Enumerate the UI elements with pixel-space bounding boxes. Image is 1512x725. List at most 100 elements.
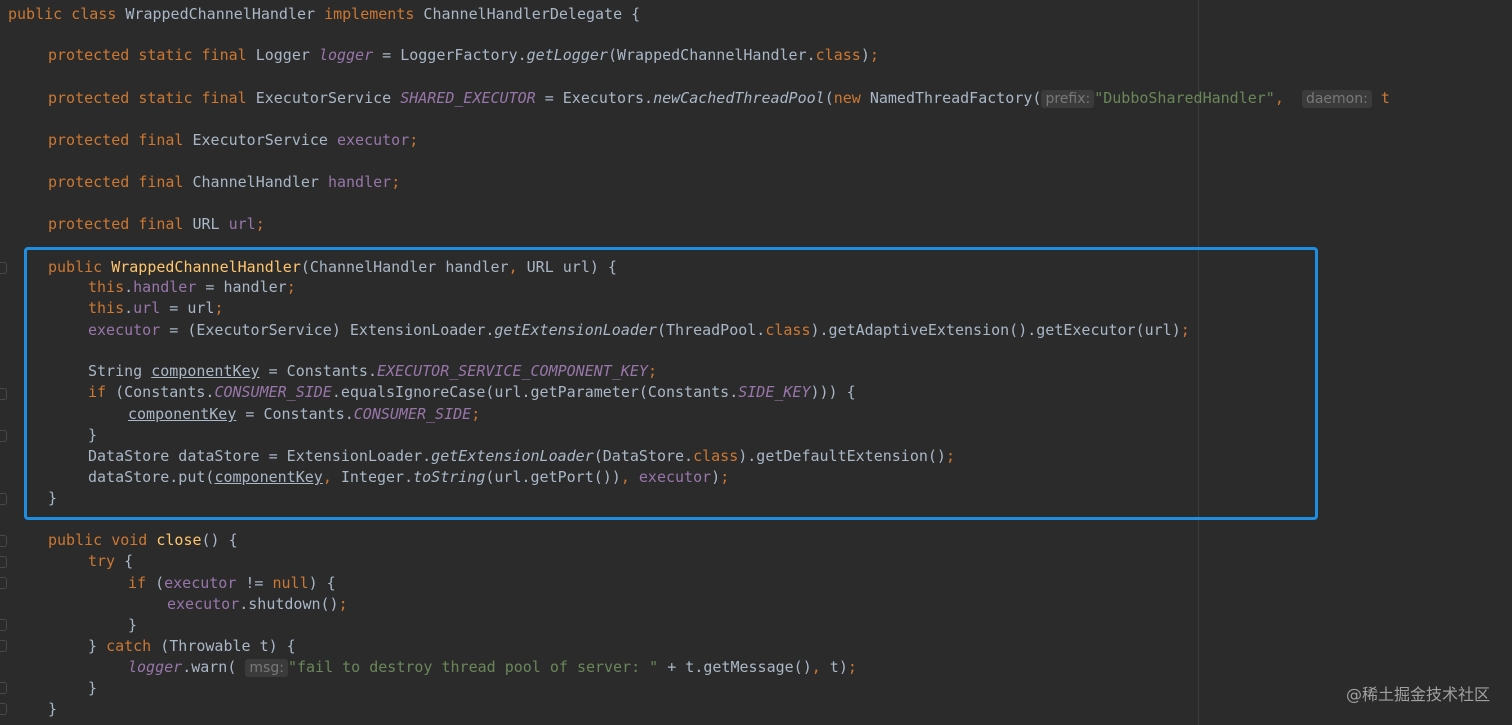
code-line-shared-executor-field[interactable]: protected static final ExecutorService S…	[48, 88, 1390, 108]
code-token: }	[88, 426, 98, 444]
code-line[interactable]: dataStore.put(componentKey, Integer.toSt…	[88, 467, 729, 487]
gutter-fold-icon[interactable]	[0, 682, 7, 694]
code-token: t)	[820, 658, 848, 676]
code-token: ;	[391, 173, 401, 191]
gutter-fold-icon[interactable]	[0, 556, 7, 568]
gutter-bookmark-icon[interactable]	[0, 262, 7, 274]
code-token: ;	[647, 362, 657, 380]
code-line[interactable]: if (executor != null) {	[128, 573, 336, 593]
code-token: class	[693, 447, 739, 465]
code-line-constructor-signature[interactable]: public WrappedChannelHandler(ChannelHand…	[48, 257, 617, 277]
code-token: ).getAdaptiveExtension().getExecutor(url…	[810, 321, 1181, 339]
code-line[interactable]: }	[48, 699, 57, 719]
watermark: @稀土掘金技术社区	[1345, 685, 1490, 704]
code-line[interactable]: logger.warn( msg: "fail to destroy thread…	[128, 657, 857, 677]
code-line[interactable]: String componentKey = Constants.EXECUTOR…	[88, 361, 657, 381]
code-token: implements	[324, 5, 415, 23]
code-token: = url	[160, 299, 215, 317]
gutter-fold-icon[interactable]	[0, 430, 7, 442]
code-token: public	[48, 531, 103, 549]
code-token: if	[88, 383, 107, 401]
code-token: ,	[811, 658, 821, 676]
gutter-fold-icon[interactable]	[0, 619, 7, 631]
code-line-logger-field[interactable]: protected static final Logger logger = L…	[48, 45, 879, 65]
code-line[interactable]: if (Constants.CONSUMER_SIDE.equalsIgnore…	[88, 382, 856, 402]
code-line[interactable]: }	[128, 615, 137, 635]
code-token: ;	[471, 405, 481, 423]
code-line-close-method-signature[interactable]: public void close() {	[48, 530, 238, 550]
code-token: NamedThreadFactory(	[860, 89, 1042, 107]
code-token: (ChannelHandler handler	[300, 258, 509, 276]
code-line[interactable]: }	[88, 678, 97, 698]
code-token: ) {	[308, 574, 336, 592]
code-token: final	[201, 46, 247, 64]
code-token: final	[138, 131, 184, 149]
code-token: ).getDefaultExtension()	[738, 447, 946, 465]
code-token: (url.getPort())	[485, 468, 621, 486]
code-token: componentKey	[214, 468, 323, 486]
gutter-fold-icon[interactable]	[0, 493, 7, 505]
parameter-hint: prefix:	[1041, 90, 1095, 108]
code-token: getLogger	[526, 46, 608, 64]
code-token: }	[128, 616, 138, 634]
code-token: WrappedChannelHandler	[116, 5, 325, 23]
code-line[interactable]: executor = (ExecutorService) ExtensionLo…	[88, 320, 1190, 340]
code-token: final	[201, 89, 247, 107]
code-token: ;	[338, 595, 348, 613]
code-line[interactable]: }	[48, 488, 57, 508]
code-token: )	[711, 468, 721, 486]
code-token: .shutdown()	[239, 595, 339, 613]
gutter-fold-icon[interactable]	[0, 640, 7, 652]
code-token: = (ExecutorService) ExtensionLoader.	[160, 321, 495, 339]
code-token: newCachedThreadPool	[653, 89, 825, 107]
code-token: ChannelHandler	[183, 173, 328, 191]
code-token: WrappedChannelHandler	[111, 258, 301, 276]
code-token: handler	[327, 173, 392, 191]
code-token: ,	[1274, 89, 1302, 107]
code-line[interactable]: } catch (Throwable t) {	[88, 636, 296, 656]
code-token: (	[824, 89, 834, 107]
code-token: protected	[48, 131, 130, 149]
code-line-url-field[interactable]: protected final URL url;	[48, 214, 265, 234]
gutter-bookmark-icon[interactable]	[0, 535, 7, 547]
code-token: (Throwable t) {	[151, 637, 296, 655]
code-line[interactable]: }	[88, 425, 97, 445]
code-token: }	[48, 489, 58, 507]
code-token: "DubboSharedHandler"	[1094, 89, 1275, 107]
code-line[interactable]: this.handler = handler;	[88, 277, 296, 297]
code-token: ;	[869, 46, 879, 64]
code-line-executor-field[interactable]: protected final ExecutorService executor…	[48, 130, 418, 150]
code-token: ChannelHandlerDelegate {	[414, 5, 641, 23]
code-token: DataStore dataStore = ExtensionLoader.	[88, 447, 432, 465]
code-line-handler-field[interactable]: protected final ChannelHandler handler;	[48, 172, 400, 192]
code-line[interactable]: this.url = url;	[88, 298, 223, 318]
code-line[interactable]: DataStore dataStore = ExtensionLoader.ge…	[88, 446, 955, 466]
code-token: final	[138, 215, 184, 233]
code-token: }	[88, 679, 98, 697]
code-token: ))) {	[810, 383, 856, 401]
gutter-fold-icon[interactable]	[0, 703, 7, 715]
code-token: executor	[337, 131, 410, 149]
code-token: this	[88, 278, 125, 296]
code-token: class	[71, 5, 117, 23]
code-token: public	[8, 5, 63, 23]
code-token: .	[124, 299, 134, 317]
code-line[interactable]: executor.shutdown();	[167, 594, 348, 614]
code-token: = LoggerFactory.	[373, 46, 527, 64]
code-token: url	[228, 215, 256, 233]
code-line[interactable]: componentKey = Constants.CONSUMER_SIDE;	[128, 404, 480, 424]
code-token: URL url) {	[517, 258, 617, 276]
gutter-fold-icon[interactable]	[0, 577, 7, 589]
code-token: handler	[133, 278, 197, 296]
code-line-class-declaration[interactable]: public class WrappedChannelHandler imple…	[8, 4, 640, 24]
code-token: class	[765, 321, 811, 339]
code-editor[interactable]: public class WrappedChannelHandler imple…	[0, 0, 1512, 725]
gutter-fold-icon[interactable]	[0, 388, 7, 400]
code-line[interactable]: try {	[88, 551, 133, 571]
code-token: executor	[164, 574, 237, 592]
